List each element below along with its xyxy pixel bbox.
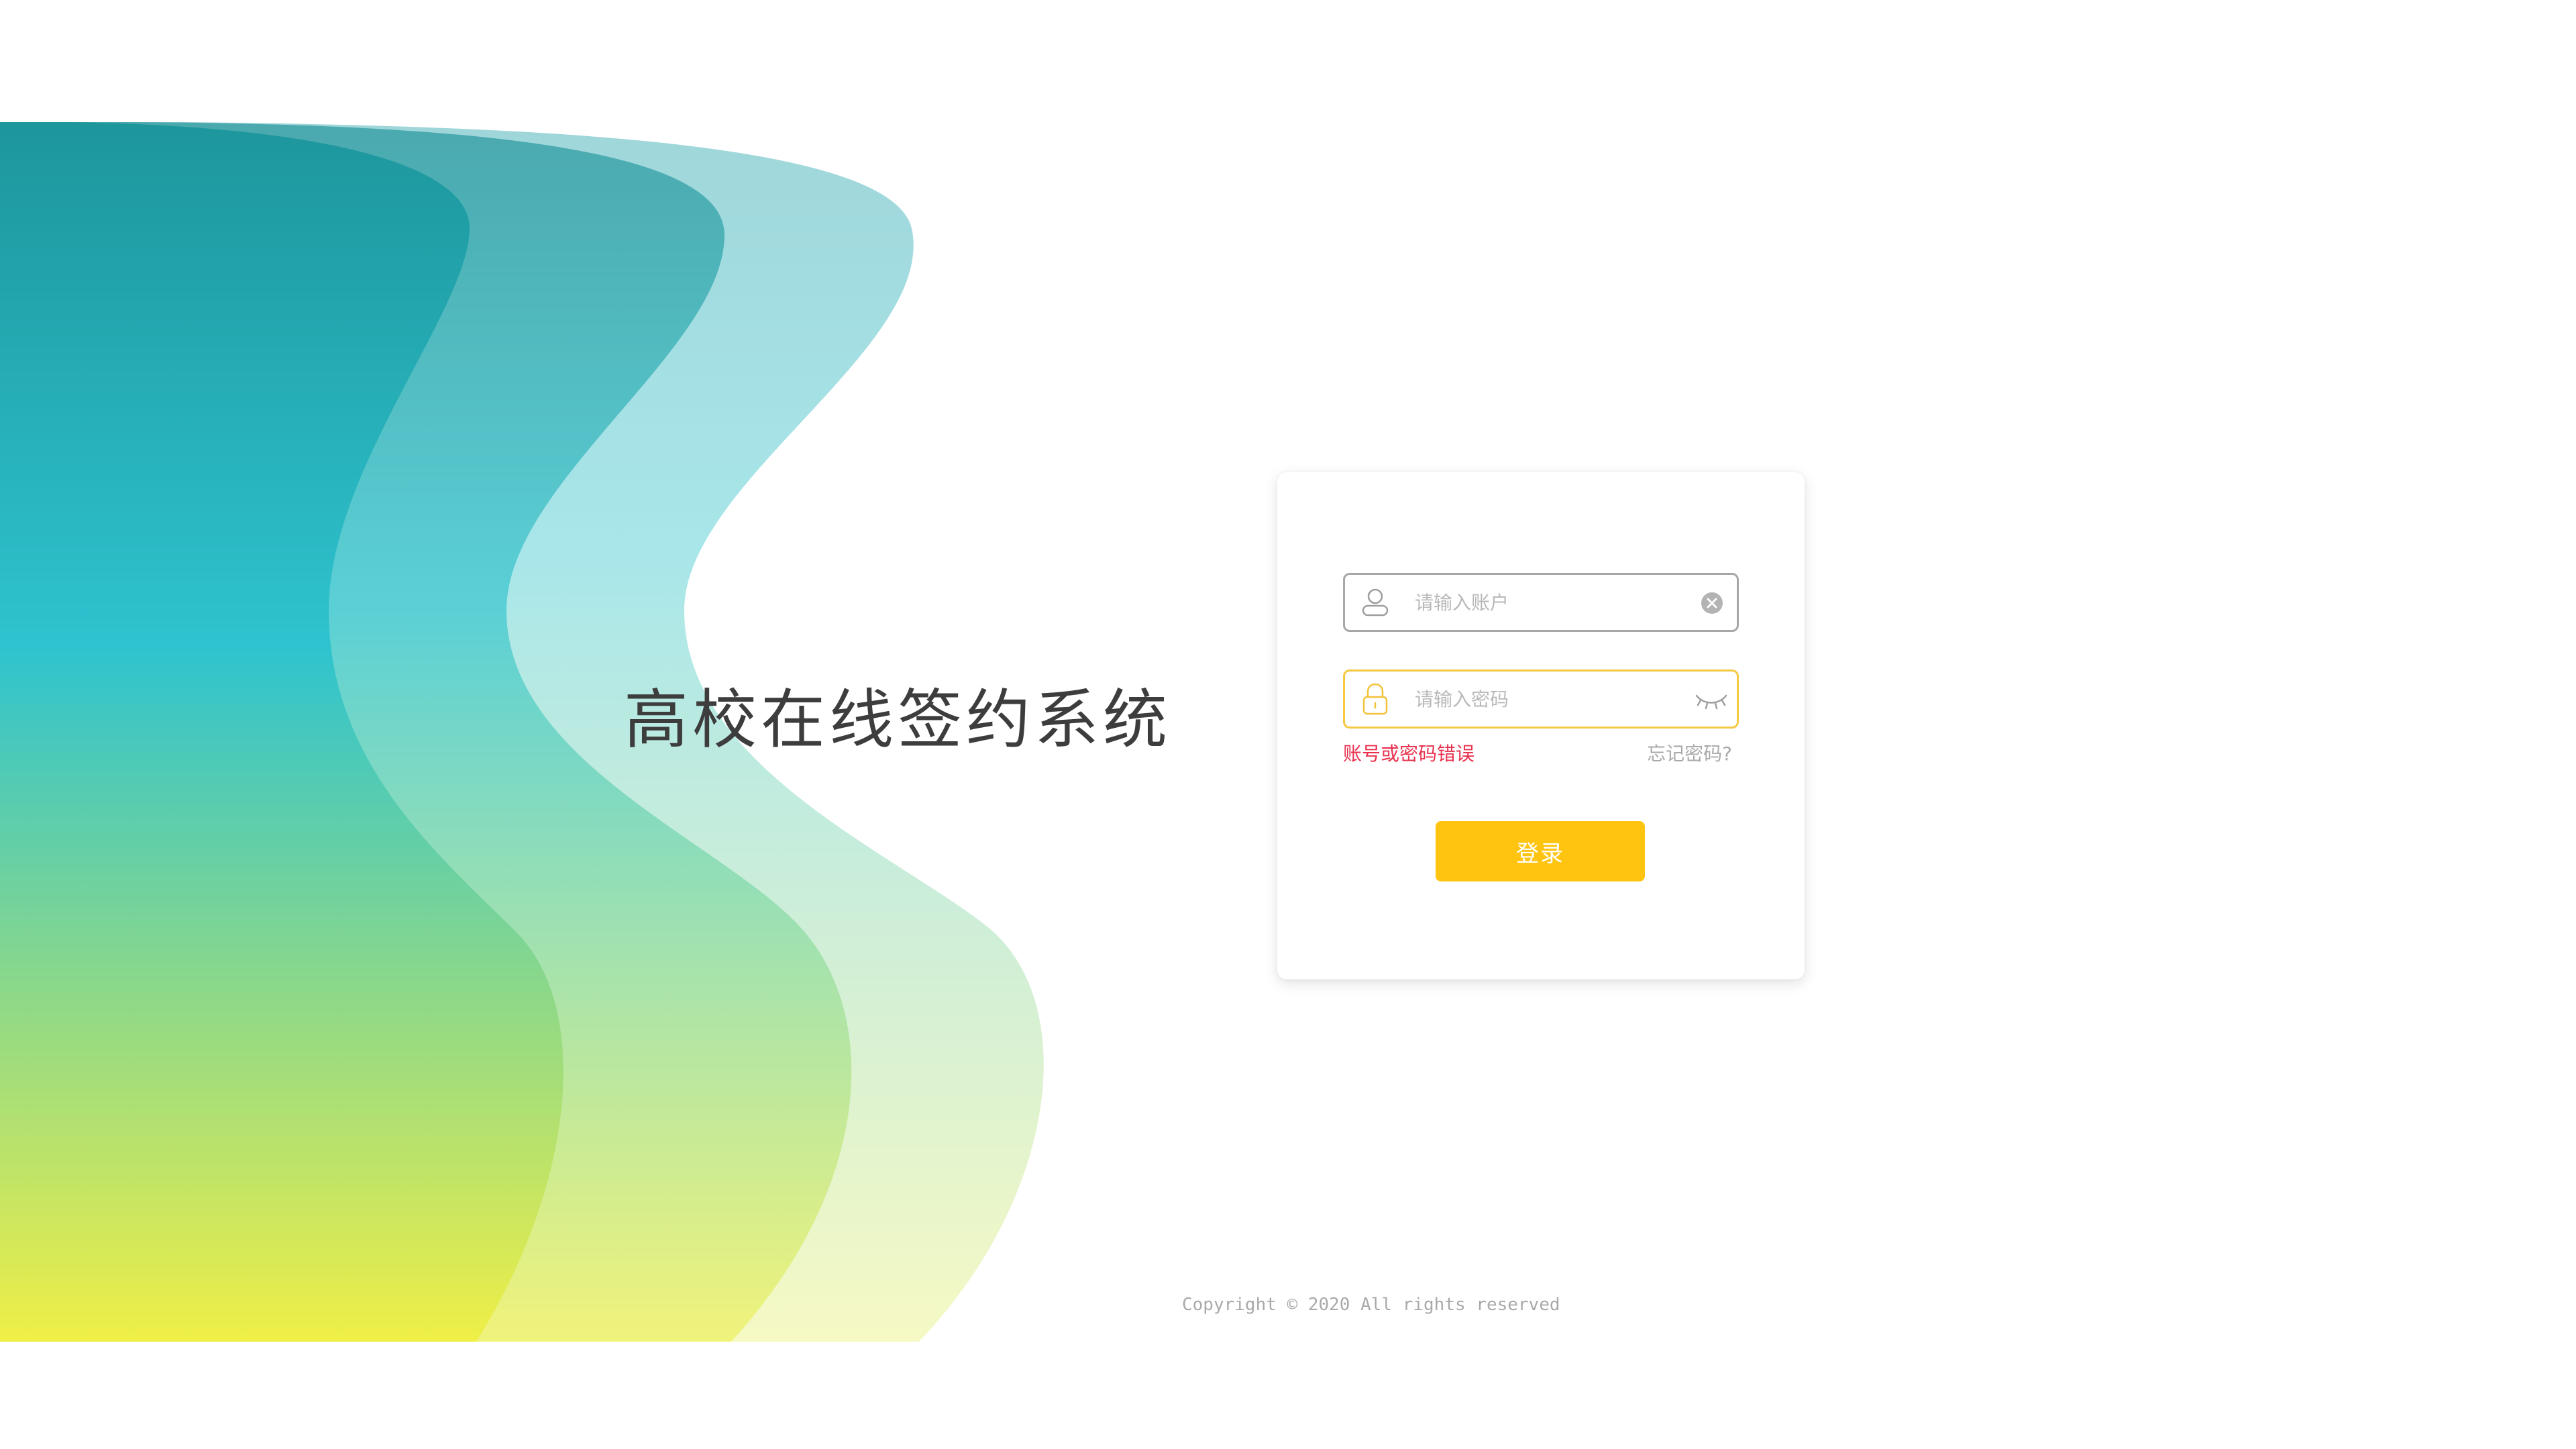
- account-field[interactable]: [1343, 573, 1739, 632]
- password-field[interactable]: [1343, 669, 1739, 729]
- lock-icon: [1362, 683, 1388, 715]
- account-input[interactable]: [1415, 575, 1670, 630]
- site-title: 高校在线签约系统: [624, 682, 1171, 757]
- copyright-text: Copyright © 2020 All rights reserved: [1182, 1295, 1560, 1315]
- eye-closed-icon[interactable]: [1694, 690, 1729, 710]
- forgot-password-link[interactable]: 忘记密码?: [1647, 739, 1732, 766]
- login-error-message: 账号或密码错误: [1343, 743, 1475, 765]
- login-card: 账号或密码错误 忘记密码? 登录: [1277, 472, 1805, 979]
- user-icon: [1362, 588, 1389, 616]
- clear-icon[interactable]: [1701, 592, 1723, 614]
- password-input[interactable]: [1415, 672, 1670, 727]
- login-button[interactable]: 登录: [1436, 821, 1645, 881]
